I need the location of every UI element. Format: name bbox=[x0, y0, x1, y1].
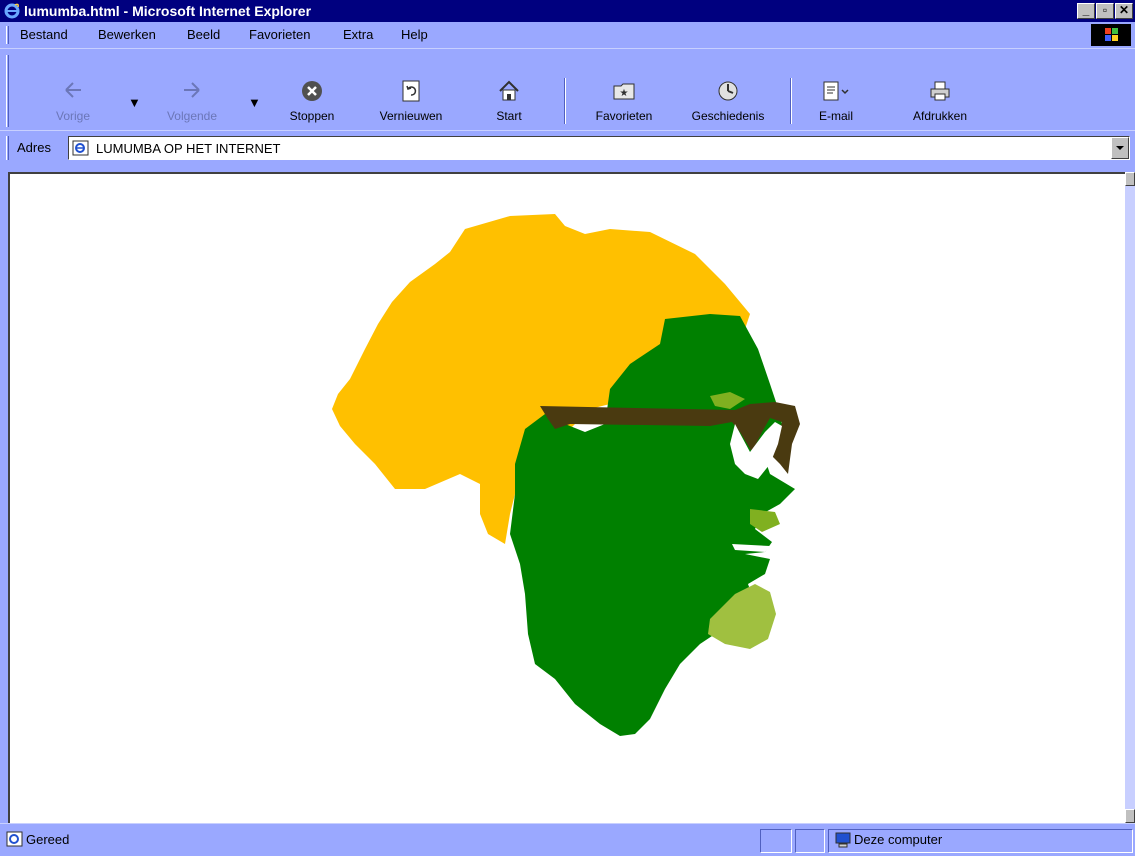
toolbar-grip[interactable] bbox=[6, 55, 9, 127]
title-bar[interactable]: lumumba.html - Microsoft Internet Explor… bbox=[0, 0, 1135, 22]
history-button[interactable]: Geschiedenis bbox=[678, 79, 778, 129]
toolbar-separator bbox=[790, 78, 792, 124]
favorites-folder-icon: ★ bbox=[584, 79, 664, 107]
mail-icon bbox=[810, 79, 862, 107]
scroll-up-button[interactable] bbox=[1125, 172, 1135, 186]
svg-text:★: ★ bbox=[620, 88, 629, 99]
browser-window: lumumba.html - Microsoft Internet Explor… bbox=[0, 0, 1135, 856]
address-value: LUMUMBA OP HET INTERNET bbox=[96, 141, 281, 156]
refresh-button[interactable]: Vernieuwen bbox=[364, 79, 458, 129]
menu-beeld[interactable]: Beeld bbox=[187, 27, 220, 42]
computer-icon bbox=[834, 832, 852, 851]
minimize-button[interactable]: _ bbox=[1077, 3, 1095, 19]
mail-button[interactable]: E-mail bbox=[810, 79, 862, 129]
print-button[interactable]: Afdrukken bbox=[900, 79, 980, 129]
favorites-button[interactable]: ★ Favorieten bbox=[584, 79, 664, 129]
vertical-scrollbar[interactable] bbox=[1125, 172, 1135, 823]
page-status-icon bbox=[6, 831, 24, 850]
address-input[interactable]: LUMUMBA OP HET INTERNET bbox=[68, 136, 1130, 160]
address-bar: Adres LUMUMBA OP HET INTERNET bbox=[0, 130, 1135, 166]
home-button[interactable]: Start bbox=[486, 79, 532, 129]
stop-icon bbox=[281, 79, 343, 107]
status-panel bbox=[795, 829, 825, 853]
scroll-down-button[interactable] bbox=[1125, 809, 1135, 823]
address-label: Adres bbox=[17, 140, 51, 155]
back-dropdown-icon[interactable]: ▼ bbox=[128, 95, 141, 110]
back-arrow-icon bbox=[46, 79, 100, 107]
history-icon bbox=[678, 79, 778, 107]
address-dropdown-button[interactable] bbox=[1111, 137, 1129, 159]
home-icon bbox=[486, 79, 532, 107]
menu-bewerken[interactable]: Bewerken bbox=[98, 27, 156, 42]
security-zone-text: Deze computer bbox=[854, 832, 943, 847]
printer-icon bbox=[900, 79, 980, 107]
page-content bbox=[8, 172, 1125, 823]
menu-bar: Bestand Bewerken Beeld Favorieten Extra … bbox=[0, 22, 1135, 48]
forward-dropdown-icon[interactable]: ▼ bbox=[248, 95, 261, 110]
chevron-down-icon bbox=[1116, 146, 1124, 150]
menu-favorieten[interactable]: Favorieten bbox=[249, 27, 310, 42]
toolbar-separator bbox=[564, 78, 566, 124]
close-button[interactable]: ✕ bbox=[1115, 3, 1133, 19]
page-ie-icon bbox=[72, 140, 90, 159]
menu-bestand[interactable]: Bestand bbox=[20, 27, 68, 42]
menu-extra[interactable]: Extra bbox=[343, 27, 373, 42]
menu-grip[interactable] bbox=[6, 26, 9, 44]
maximize-button[interactable]: ▫ bbox=[1096, 3, 1114, 19]
status-panel bbox=[760, 829, 792, 853]
ie-logo-icon bbox=[4, 3, 20, 22]
stop-button[interactable]: Stoppen bbox=[281, 79, 343, 129]
status-text: Gereed bbox=[26, 832, 70, 847]
forward-button[interactable]: Volgende bbox=[156, 79, 228, 129]
windows-logo-throbber bbox=[1091, 24, 1131, 46]
forward-arrow-icon bbox=[156, 79, 228, 107]
lumumba-africa-illustration bbox=[332, 214, 800, 736]
window-title: lumumba.html - Microsoft Internet Explor… bbox=[24, 3, 312, 19]
status-bar: Gereed Deze computer bbox=[0, 823, 1135, 856]
refresh-icon bbox=[364, 79, 458, 107]
standard-toolbar: Vorige ▼ Volgende ▼ Stoppen Vernieuwen S… bbox=[0, 48, 1135, 130]
address-grip[interactable] bbox=[6, 136, 9, 160]
menu-help[interactable]: Help bbox=[401, 27, 428, 42]
back-button[interactable]: Vorige bbox=[46, 79, 100, 129]
